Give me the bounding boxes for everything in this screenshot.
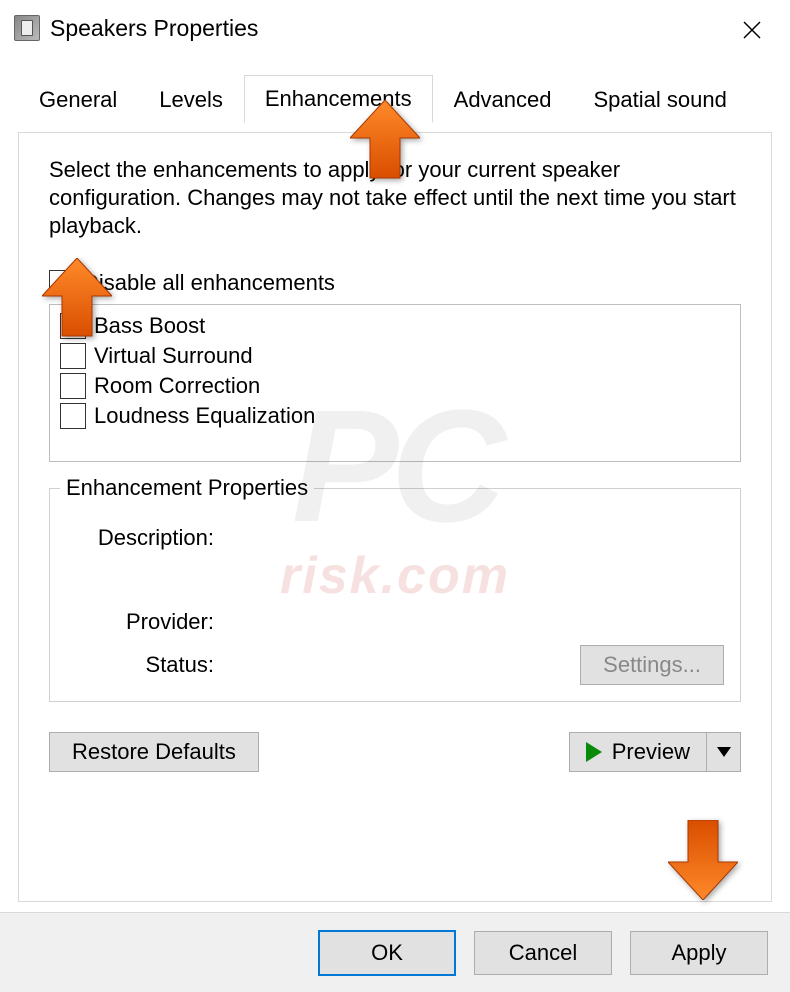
panel-description: Select the enhancements to apply for you… (49, 156, 741, 240)
title-bar: Speakers Properties (0, 0, 790, 56)
group-title: Enhancement Properties (60, 475, 314, 501)
tab-advanced[interactable]: Advanced (433, 76, 573, 123)
preview-dropdown-button[interactable] (707, 732, 741, 772)
bass-boost-checkbox[interactable] (60, 313, 86, 339)
disable-all-label: Disable all enhancements (83, 270, 335, 296)
list-item-label: Bass Boost (94, 313, 205, 339)
ok-button[interactable]: OK (318, 930, 456, 976)
list-item[interactable]: Bass Boost (60, 311, 730, 341)
checkmark-icon (52, 273, 72, 293)
list-item[interactable]: Virtual Surround (60, 341, 730, 371)
list-item[interactable]: Room Correction (60, 371, 730, 401)
cancel-button[interactable]: Cancel (474, 931, 612, 975)
list-item-label: Loudness Equalization (94, 403, 315, 429)
speaker-icon (14, 15, 40, 41)
provider-label: Provider: (66, 609, 226, 635)
list-item-label: Virtual Surround (94, 343, 253, 369)
room-correction-checkbox[interactable] (60, 373, 86, 399)
play-icon (586, 742, 602, 762)
close-icon (743, 21, 761, 39)
apply-button[interactable]: Apply (630, 931, 768, 975)
tab-bar: General Levels Enhancements Advanced Spa… (18, 74, 772, 122)
description-label: Description: (66, 525, 226, 551)
restore-defaults-button[interactable]: Restore Defaults (49, 732, 259, 772)
tab-underline (18, 132, 772, 133)
window-title: Speakers Properties (50, 15, 258, 42)
dialog-footer: OK Cancel Apply (0, 912, 790, 992)
settings-button[interactable]: Settings... (580, 645, 724, 685)
loudness-equalization-checkbox[interactable] (60, 403, 86, 429)
list-item-label: Room Correction (94, 373, 260, 399)
tab-levels[interactable]: Levels (138, 76, 244, 123)
virtual-surround-checkbox[interactable] (60, 343, 86, 369)
enhancements-list: Bass Boost Virtual Surround Room Correct… (49, 304, 741, 462)
tab-spatial-sound[interactable]: Spatial sound (573, 76, 748, 123)
enhancement-properties-group: Enhancement Properties Description: Prov… (49, 488, 741, 702)
tab-panel: Select the enhancements to apply for you… (18, 132, 772, 902)
tab-enhancements[interactable]: Enhancements (244, 75, 433, 123)
status-label: Status: (66, 652, 226, 678)
close-button[interactable] (732, 10, 772, 50)
disable-all-checkbox[interactable] (49, 270, 75, 296)
preview-button[interactable]: Preview (569, 732, 707, 772)
tab-general[interactable]: General (18, 76, 138, 123)
preview-label: Preview (612, 739, 690, 765)
list-item[interactable]: Loudness Equalization (60, 401, 730, 431)
chevron-down-icon (717, 747, 731, 757)
